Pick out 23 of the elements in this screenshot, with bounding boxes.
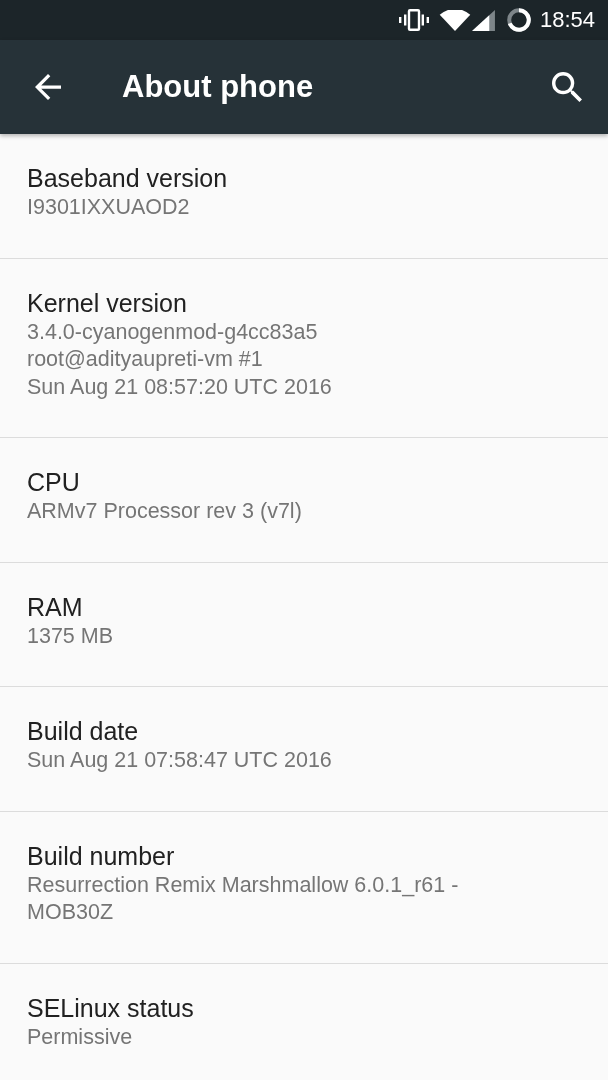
setting-value: I9301IXXUAOD2 (27, 194, 190, 221)
back-arrow-icon (35, 74, 61, 100)
setting-title[interactable]: Kernel version (27, 286, 187, 319)
battery-ring-icon (506, 8, 531, 32)
setting-value: 1375 MB (27, 622, 114, 650)
signal-icon (471, 9, 495, 31)
setting-value: ARMv7 Processor rev 3 (v7l) (27, 498, 302, 525)
setting-title[interactable]: CPU (27, 466, 80, 498)
status-time: 18:54 (539, 7, 595, 33)
setting-value: Resurrection Remix Marshmallow 6.0.1_r61 - MOB30Z (27, 871, 460, 926)
search-icon (552, 72, 582, 102)
setting-title[interactable]: Build number (27, 839, 175, 872)
setting-title[interactable]: Build date (27, 715, 139, 747)
setting-value: Sun Aug 21 07:58:47 UTC 2016 (27, 747, 332, 774)
search-button[interactable] (552, 72, 582, 102)
setting-title[interactable]: SELinux status (27, 991, 194, 1024)
back-button[interactable] (35, 74, 61, 100)
setting-value: Permissive (27, 1023, 133, 1051)
setting-value: 3.4.0-cyanogenmod-g4cc83a5 root@adityaupreti-vm #1 Sun Aug 21 08:57:20 UTC 2016 (27, 318, 332, 401)
setting-title[interactable]: Baseband version (27, 162, 228, 194)
vibrate-icon (398, 9, 429, 31)
screen-title: About phone (122, 68, 315, 106)
setting-title[interactable]: RAM (27, 590, 83, 623)
